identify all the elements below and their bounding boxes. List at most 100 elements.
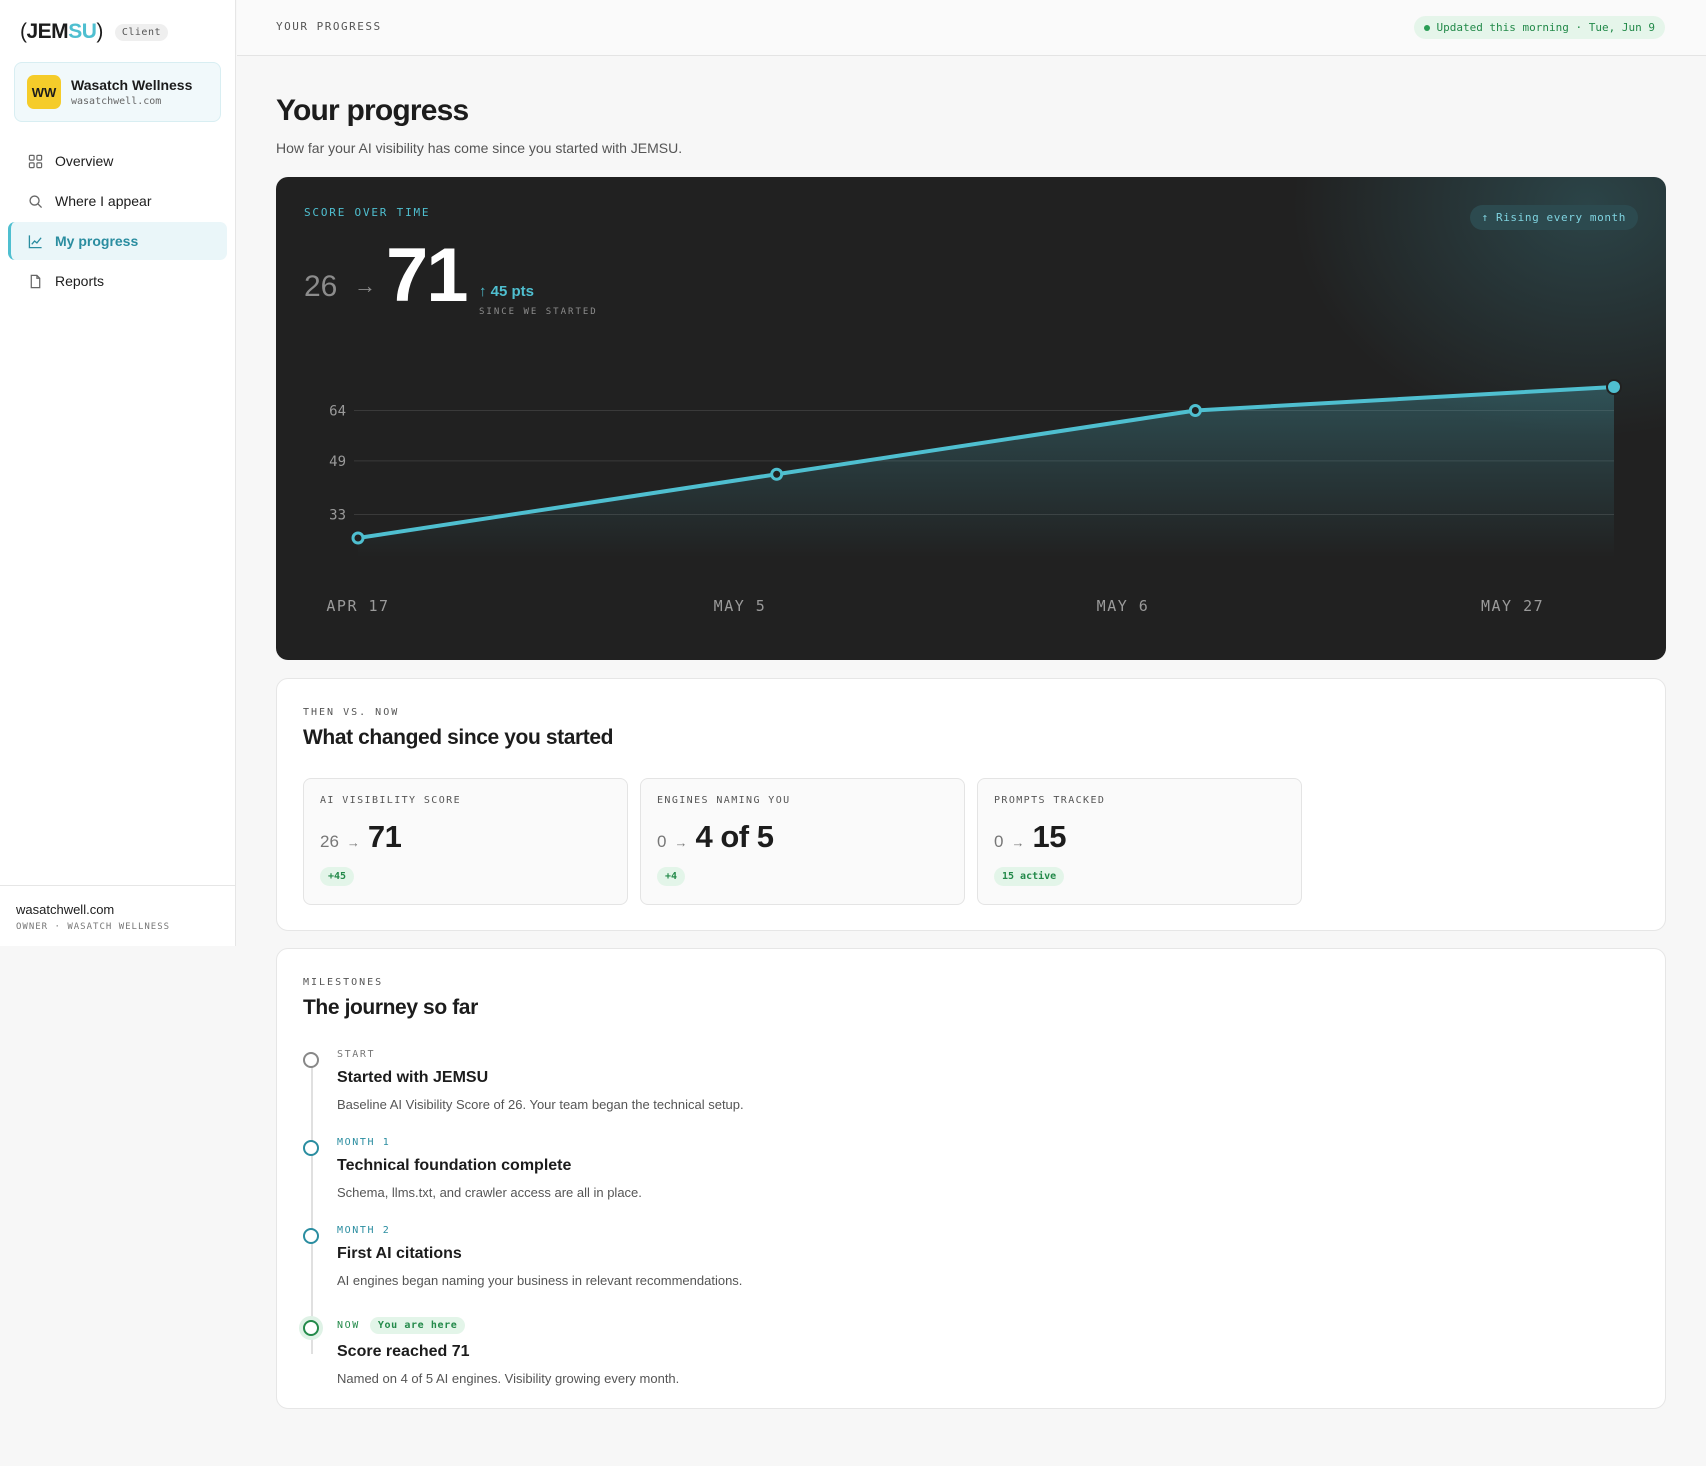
breadcrumb: YOUR PROGRESS	[276, 20, 382, 33]
x-tick-label: MAY 27	[1481, 597, 1544, 615]
search-icon	[29, 194, 43, 208]
milestones-card: MILESTONES The journey so far START Star…	[276, 948, 1666, 1409]
then-now-title: What changed since you started	[303, 726, 614, 749]
milestone-item: MONTH 1 Technical foundation complete Sc…	[303, 1137, 1503, 1225]
milestone-item: START Started with JEMSU Baseline AI Vis…	[303, 1049, 1503, 1137]
jemsu-logo[interactable]: (JEMSU)	[20, 20, 103, 44]
trend-badge: ↑ Rising every month	[1469, 205, 1638, 230]
y-tick-label: 49	[329, 454, 346, 470]
org-switcher[interactable]: WW Wasatch Wellness wasatchwell.com	[14, 62, 221, 122]
updated-text: Updated this morning · Tue, Jun 9	[1436, 21, 1655, 34]
stat-card-prompts-tracked: PROMPTS TRACKED 0 → 15 15 active	[977, 778, 1302, 905]
sidebar-item-where-i-appear[interactable]: Where I appear	[8, 182, 227, 220]
milestone-title: First AI citations	[337, 1245, 462, 1262]
milestone-item: MONTH 2 First AI citations AI engines be…	[303, 1225, 1503, 1313]
org-avatar: WW	[27, 75, 61, 109]
milestone-item-current: NOW You are here Score reached 71 Named …	[303, 1317, 1503, 1405]
score-chart: 33 49 64 APR 17 MAY 5 MAY 6 MAY 27	[326, 379, 1622, 615]
milestones-eyebrow: MILESTONES	[303, 977, 384, 988]
stat-cards: AI VISIBILITY SCORE 26 → 71 +45 ENGINES …	[303, 778, 1302, 905]
then-vs-now-card: THEN VS. NOW What changed since you star…	[276, 678, 1666, 931]
milestone-desc: Baseline AI Visibility Score of 26. Your…	[337, 1097, 744, 1112]
account-domain: wasatchwell.com	[16, 902, 115, 917]
milestone-title: Technical foundation complete	[337, 1157, 572, 1174]
sidebar-item-overview[interactable]: Overview	[8, 142, 227, 180]
score-since-label: SINCE WE STARTED	[479, 307, 598, 317]
stat-label: AI VISIBILITY SCORE	[320, 795, 461, 806]
sidebar-nav: Overview Where I appear My progress Repo…	[8, 142, 227, 302]
client-badge: Client	[114, 23, 168, 41]
sidebar-item-label: Reports	[55, 273, 105, 289]
chart-point	[770, 467, 784, 481]
sidebar-item-label: My progress	[55, 233, 139, 249]
x-tick-label: MAY 5	[714, 597, 767, 615]
y-tick-label: 64	[329, 403, 346, 419]
y-tick-label: 33	[329, 508, 346, 524]
score-current: 71	[386, 233, 469, 318]
milestone-tag-row: NOW You are here	[337, 1317, 1503, 1334]
line-chart-icon	[28, 234, 42, 248]
sidebar-item-label: Where I appear	[55, 193, 152, 209]
x-tick-label: APR 17	[326, 597, 389, 615]
account-role: OWNER · WASATCH WELLNESS	[16, 922, 171, 932]
you-are-here-badge: You are here	[369, 1317, 466, 1334]
sidebar-item-my-progress[interactable]: My progress	[8, 222, 227, 260]
arrow-right-icon: →	[674, 835, 688, 850]
arrow-right-icon: →	[354, 273, 376, 298]
milestone-list: START Started with JEMSU Baseline AI Vis…	[303, 1049, 1503, 1405]
milestone-tag: MONTH 2	[337, 1225, 391, 1236]
sidebar-item-label: Overview	[55, 153, 114, 169]
org-domain: wasatchwell.com	[71, 96, 162, 107]
milestone-tag: START	[337, 1049, 376, 1060]
stat-from: 0	[994, 832, 1004, 851]
sidebar-item-reports[interactable]: Reports	[8, 262, 227, 300]
milestone-dot-icon	[303, 1320, 319, 1336]
stat-from: 0	[657, 832, 667, 851]
page-subtitle: How far your AI visibility has come sinc…	[276, 140, 683, 156]
chart-point	[351, 531, 365, 545]
stat-to: 71	[367, 819, 402, 854]
updated-badge: Updated this morning · Tue, Jun 9	[1414, 16, 1665, 39]
stat-to: 4 of 5	[695, 819, 774, 854]
score-label: SCORE OVER TIME	[304, 206, 431, 219]
arrow-right-icon: →	[1011, 835, 1025, 850]
chart-point	[1606, 379, 1622, 395]
stat-to: 15	[1032, 819, 1066, 854]
stat-chip: 15 active	[994, 867, 1065, 886]
brand: (JEMSU) Client	[20, 20, 168, 44]
milestone-desc: Schema, llms.txt, and crawler access are…	[337, 1185, 642, 1200]
org-name: Wasatch Wellness	[71, 77, 193, 93]
document-icon	[30, 274, 41, 288]
milestone-dot-icon	[303, 1140, 319, 1156]
sidebar: (JEMSU) Client WW Wasatch Wellness wasat…	[0, 0, 236, 946]
stat-chip: +45	[320, 867, 355, 886]
score-delta: ↑ 45 pts	[479, 283, 535, 300]
status-dot-icon	[1424, 24, 1431, 31]
milestone-title: Started with JEMSU	[337, 1069, 489, 1086]
milestone-dot-icon	[303, 1052, 319, 1068]
stat-card-visibility-score: AI VISIBILITY SCORE 26 → 71 +45	[303, 778, 628, 905]
stat-label: PROMPTS TRACKED	[994, 795, 1106, 806]
chart-point	[1188, 403, 1202, 417]
stat-from: 26	[320, 832, 339, 851]
topbar: YOUR PROGRESS Updated this morning · Tue…	[237, 0, 1706, 56]
account-footer[interactable]: wasatchwell.com OWNER · WASATCH WELLNESS	[0, 885, 236, 946]
then-now-eyebrow: THEN VS. NOW	[303, 707, 400, 718]
stat-chip: +4	[657, 867, 686, 886]
milestone-tag: MONTH 1	[337, 1137, 391, 1148]
chart-area	[358, 387, 1614, 558]
page-title: Your progress	[276, 94, 469, 127]
grid-icon	[28, 154, 43, 168]
score-over-time-card: 33 49 64 APR 17 MAY 5 MAY 6 MAY 27 SCORE OVER…	[276, 177, 1666, 660]
milestone-desc: Named on 4 of 5 AI engines. Visibility g…	[337, 1371, 680, 1386]
x-tick-label: MAY 6	[1097, 597, 1150, 615]
milestone-title: Score reached 71	[337, 1343, 470, 1360]
milestone-tag: NOW	[337, 1320, 360, 1331]
arrow-right-icon: →	[346, 835, 360, 850]
milestones-title: The journey so far	[303, 996, 478, 1019]
stat-card-engines-naming-you: ENGINES NAMING YOU 0 → 4 of 5 +4	[640, 778, 965, 905]
milestone-desc: AI engines began naming your business in…	[337, 1273, 743, 1288]
stat-label: ENGINES NAMING YOU	[657, 795, 791, 806]
score-start: 26	[304, 270, 338, 303]
milestone-dot-icon	[303, 1228, 319, 1244]
